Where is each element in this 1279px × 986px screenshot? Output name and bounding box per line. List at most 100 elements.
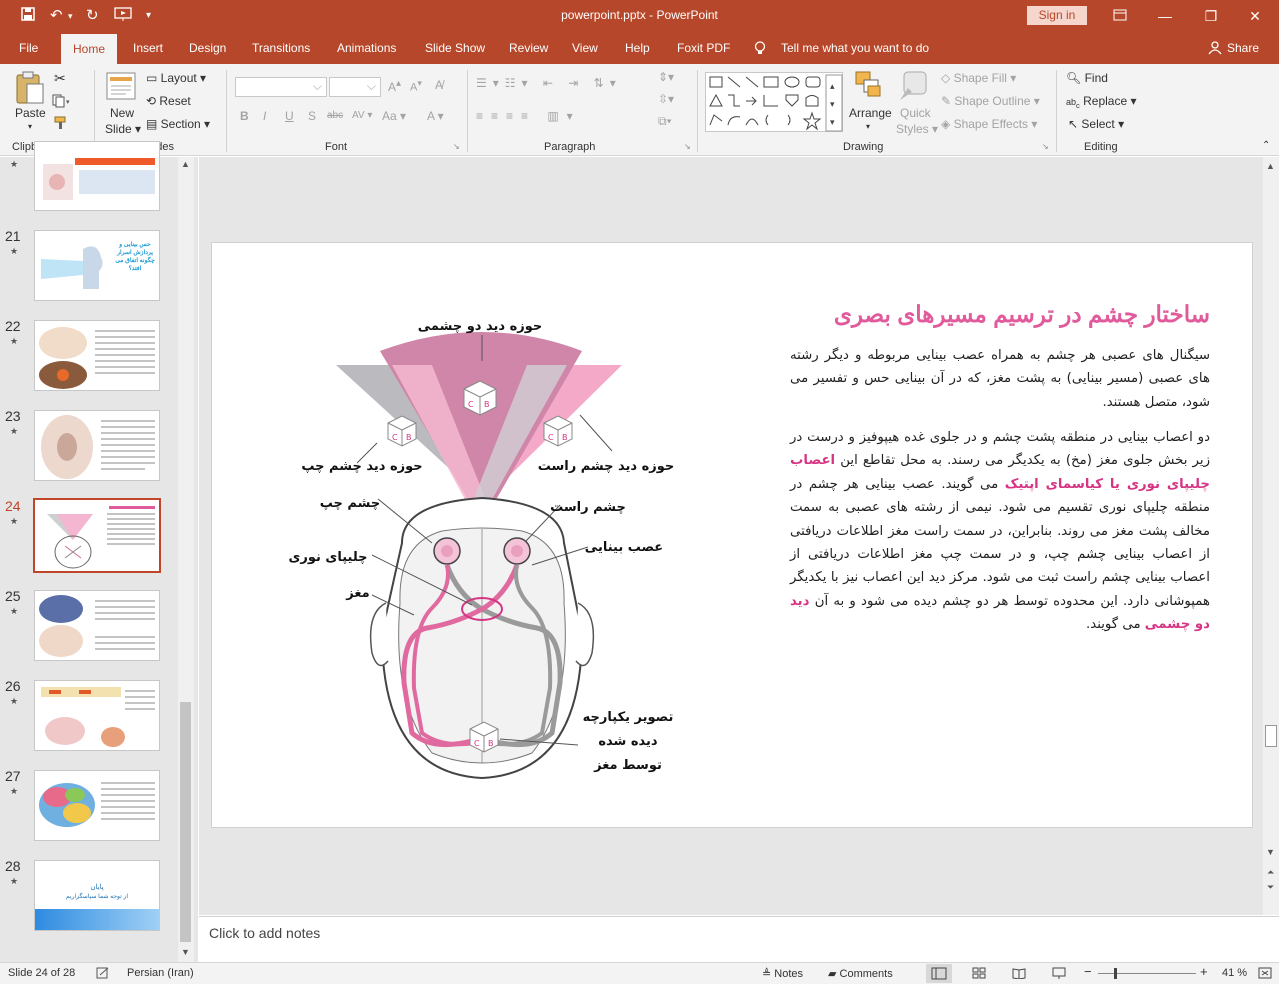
- slide-paragraph-2[interactable]: دو اعصاب بینایی در منطقه پشت چشم و در جل…: [790, 426, 1210, 637]
- notes-pane[interactable]: Click to add notes: [199, 916, 1279, 962]
- arrange-icon[interactable]: [854, 70, 884, 103]
- paste-dropdown-icon[interactable]: ▾: [28, 122, 32, 131]
- font-launcher-icon[interactable]: ↘: [453, 142, 460, 151]
- reset-button[interactable]: ⟲ Reset: [146, 94, 191, 108]
- ribbon-display-options-icon[interactable]: [1105, 4, 1135, 28]
- character-spacing-button[interactable]: AV ▾: [352, 110, 372, 121]
- slide-scrollbar[interactable]: ▲ ▼ ⏶ ⏷: [1263, 157, 1279, 915]
- clear-formatting-icon[interactable]: A̸: [435, 78, 443, 92]
- paragraph-launcher-icon[interactable]: ↘: [684, 142, 691, 151]
- find-button[interactable]: 🔍︎ Find: [1066, 71, 1108, 85]
- language-indicator[interactable]: Persian (Iran): [127, 967, 194, 979]
- quick-styles-button-line2[interactable]: Styles ▾: [896, 122, 938, 136]
- previous-slide-icon[interactable]: ⏶: [1267, 867, 1274, 878]
- paste-button[interactable]: Paste: [15, 106, 46, 120]
- new-slide-button-line1[interactable]: New: [110, 106, 134, 120]
- slide-thumbnail-22[interactable]: [34, 320, 160, 391]
- slide-thumbnail-25[interactable]: [34, 590, 160, 661]
- change-case-button[interactable]: Aa ▾: [382, 109, 406, 123]
- zoom-slider[interactable]: [1098, 973, 1196, 974]
- normal-view-icon[interactable]: [926, 964, 952, 983]
- share-button[interactable]: Share: [1227, 41, 1259, 55]
- scroll-down-icon[interactable]: ▼: [181, 947, 190, 957]
- slide-thumbnail-27[interactable]: [34, 770, 160, 841]
- font-family-combo[interactable]: ⌵: [235, 77, 327, 97]
- scroll-thumb[interactable]: [180, 702, 191, 942]
- scroll-up-icon[interactable]: ▲: [1266, 161, 1275, 171]
- format-painter-icon[interactable]: [54, 116, 68, 133]
- slide-thumbnail-26[interactable]: [34, 680, 160, 751]
- select-button[interactable]: ↖ Select ▾: [1068, 117, 1124, 131]
- tab-home[interactable]: Home: [61, 34, 118, 64]
- tell-me-search[interactable]: Tell me what you want to do: [781, 41, 929, 55]
- italic-button[interactable]: I: [263, 109, 266, 123]
- tab-help[interactable]: Help: [625, 41, 650, 55]
- cut-icon[interactable]: ✂: [54, 70, 66, 87]
- tab-review[interactable]: Review: [509, 41, 548, 55]
- slide-paragraph-1[interactable]: سیگنال های عصبی هر چشم به همراه عصب بینا…: [790, 344, 1210, 414]
- paste-icon[interactable]: [14, 70, 46, 107]
- collapse-ribbon-icon[interactable]: ⌃: [1262, 140, 1270, 151]
- comments-toggle[interactable]: ▰ Comments: [828, 967, 893, 980]
- zoom-in-icon[interactable]: +: [1200, 964, 1208, 979]
- zoom-slider-thumb[interactable]: [1114, 968, 1117, 979]
- arrange-dropdown-icon[interactable]: ▾: [866, 122, 870, 131]
- tab-transitions[interactable]: Transitions: [252, 41, 310, 55]
- strikethrough-button[interactable]: abc: [327, 110, 343, 121]
- align-text-icon[interactable]: ⇳▾: [658, 92, 674, 106]
- alignment-buttons[interactable]: ≡≡≡≡ ▥▾: [476, 109, 581, 123]
- arrange-button[interactable]: Arrange: [849, 106, 892, 120]
- quick-styles-button-line1[interactable]: Quick: [900, 106, 931, 120]
- bold-button[interactable]: B: [240, 109, 249, 123]
- minimize-icon[interactable]: —: [1150, 4, 1180, 28]
- notes-toggle[interactable]: ≜ Notes: [762, 967, 803, 980]
- slide-thumbnail-28[interactable]: پایان از توجه شما سپاسگزاریم: [34, 860, 160, 931]
- share-user-icon[interactable]: [1208, 41, 1222, 58]
- section-button[interactable]: ▤ Section ▾: [146, 117, 210, 131]
- drawing-launcher-icon[interactable]: ↘: [1042, 142, 1049, 151]
- scroll-thumb[interactable]: [1265, 725, 1277, 747]
- slide-thumbnail-24-selected[interactable]: [33, 498, 161, 573]
- text-shadow-button[interactable]: S: [308, 109, 316, 123]
- underline-button[interactable]: U: [285, 109, 294, 123]
- shape-effects-button[interactable]: ◈ Shape Effects ▾: [941, 117, 1037, 131]
- slide-thumbnail-23[interactable]: [34, 410, 160, 481]
- tab-design[interactable]: Design: [189, 41, 226, 55]
- replace-button[interactable]: abc Replace ▾: [1066, 94, 1137, 110]
- sign-in-button[interactable]: Sign in: [1027, 6, 1087, 25]
- font-color-button[interactable]: A ▾: [427, 109, 444, 123]
- quick-styles-icon[interactable]: [898, 70, 930, 105]
- zoom-level[interactable]: 41 %: [1222, 967, 1247, 979]
- slide-24[interactable]: CB CB CB CB حوزه دید دو چشمی حوزه دید چش…: [211, 242, 1253, 828]
- zoom-out-icon[interactable]: −: [1084, 964, 1092, 979]
- slide-title[interactable]: ساختار چشم در ترسیم مسیرهای بصری: [834, 301, 1210, 328]
- tab-animations[interactable]: Animations: [337, 41, 396, 55]
- restore-icon[interactable]: ❐: [1196, 4, 1226, 28]
- shape-fill-button[interactable]: ◇ Shape Fill ▾: [941, 71, 1016, 85]
- decrease-font-size-icon[interactable]: A▾: [410, 78, 422, 94]
- text-direction-icon[interactable]: ⇕▾: [658, 70, 674, 84]
- thumbnail-scrollbar[interactable]: ▲ ▼: [178, 157, 194, 962]
- slide-thumbnail-20[interactable]: [34, 141, 160, 211]
- spell-check-icon[interactable]: [96, 967, 110, 982]
- reading-view-icon[interactable]: [1012, 967, 1026, 982]
- copy-icon[interactable]: ▾: [52, 94, 72, 111]
- notes-placeholder[interactable]: Click to add notes: [209, 925, 320, 941]
- scroll-down-icon[interactable]: ▼: [1266, 847, 1275, 857]
- tab-foxit-pdf[interactable]: Foxit PDF: [677, 41, 730, 55]
- tab-view[interactable]: View: [572, 41, 598, 55]
- font-size-combo[interactable]: ⌵: [329, 77, 381, 97]
- fit-to-window-icon[interactable]: [1258, 967, 1272, 982]
- new-slide-icon[interactable]: [106, 70, 138, 107]
- close-icon[interactable]: ✕: [1240, 4, 1270, 28]
- increase-font-size-icon[interactable]: A▴: [388, 78, 401, 94]
- list-buttons[interactable]: ☰▾☷▾ ⇤ ⇥ ⇅▾: [476, 76, 622, 90]
- shape-outline-button[interactable]: ✎ Shape Outline ▾: [941, 94, 1040, 108]
- next-slide-icon[interactable]: ⏷: [1267, 882, 1274, 893]
- shapes-gallery[interactable]: ▴ ▾ ▾: [705, 72, 843, 132]
- layout-button[interactable]: ▭ Layout ▾: [146, 71, 206, 85]
- scroll-up-icon[interactable]: ▲: [181, 159, 190, 169]
- slide-show-icon[interactable]: [1052, 967, 1066, 982]
- slide-thumbnail-21[interactable]: حس بینایی و پردازش اسرار چگونه اتفاق می …: [34, 230, 160, 301]
- slide-sorter-icon[interactable]: [972, 967, 986, 982]
